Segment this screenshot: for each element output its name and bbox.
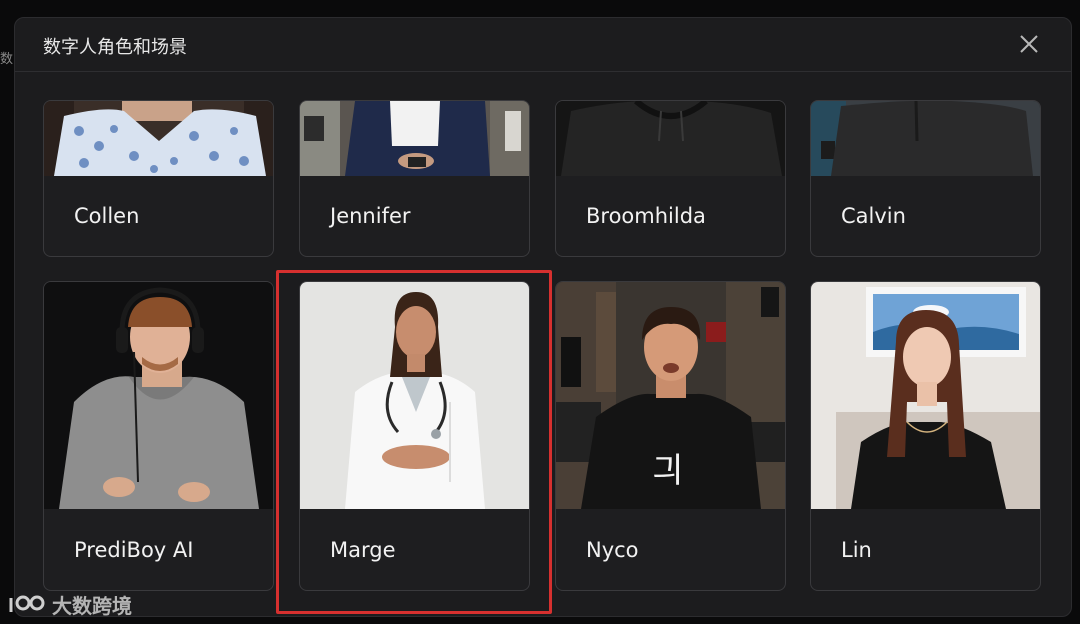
avatar-thumbnail bbox=[811, 282, 1040, 509]
dialog-title: 数字人角色和场景 bbox=[43, 37, 187, 58]
avatar-thumbnail bbox=[44, 101, 273, 176]
avatar-name: Lin bbox=[841, 538, 872, 562]
avatar-card-marge[interactable]: Marge bbox=[299, 281, 530, 591]
avatar-card-broomhilda[interactable]: Broomhilda bbox=[555, 100, 786, 257]
avatar-name: Marge bbox=[330, 538, 396, 562]
avatar-thumbnail bbox=[556, 101, 785, 176]
avatar-thumbnail bbox=[811, 101, 1040, 176]
avatar-name: Calvin bbox=[841, 204, 906, 228]
avatar-card-prediboy-ai[interactable]: PrediBoy AI bbox=[43, 281, 274, 591]
avatar-name: Collen bbox=[74, 204, 140, 228]
background-text-fragment: 数 bbox=[0, 51, 14, 66]
avatar-card-nyco[interactable]: 긔 Nyco bbox=[555, 281, 786, 591]
watermark: 大数跨境 bbox=[8, 590, 132, 618]
avatar-name: Jennifer bbox=[330, 204, 411, 228]
avatar-thumbnail bbox=[44, 282, 273, 509]
close-icon bbox=[1020, 35, 1038, 53]
avatar-name: PrediBoy AI bbox=[74, 538, 194, 562]
watermark-text: 大数跨境 bbox=[52, 593, 132, 618]
avatar-name: Broomhilda bbox=[586, 204, 706, 228]
close-button[interactable] bbox=[1017, 32, 1041, 56]
avatar-thumbnail bbox=[300, 101, 529, 176]
avatar-scene-dialog: 数字人角色和场景 Collen Jennifer Broomhilda Calv… bbox=[14, 17, 1072, 617]
dialog-header: 数字人角色和场景 bbox=[15, 18, 1071, 72]
watermark-logo-icon bbox=[9, 595, 45, 612]
avatar-name: Nyco bbox=[586, 538, 639, 562]
avatar-grid: Collen Jennifer Broomhilda Calvin PrediB… bbox=[15, 73, 1071, 616]
avatar-card-calvin[interactable]: Calvin bbox=[810, 100, 1041, 257]
avatar-thumbnail bbox=[300, 282, 529, 509]
svg-text:긔: 긔 bbox=[652, 451, 683, 491]
avatar-card-lin[interactable]: Lin bbox=[810, 281, 1041, 591]
avatar-card-collen[interactable]: Collen bbox=[43, 100, 274, 257]
avatar-thumbnail: 긔 bbox=[556, 282, 785, 509]
avatar-card-jennifer[interactable]: Jennifer bbox=[299, 100, 530, 257]
